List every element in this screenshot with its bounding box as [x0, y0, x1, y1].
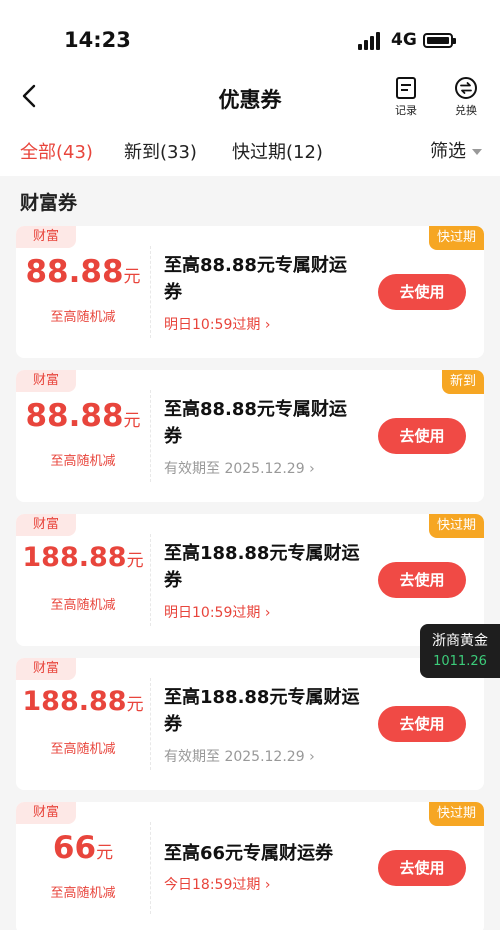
expiry-text: 有效期至 2025.12.29 — [164, 461, 305, 477]
expiry-link[interactable]: 有效期至 2025.12.29 › — [164, 458, 315, 478]
status-bar: 14:23 4G — [0, 0, 500, 78]
battery-icon — [423, 33, 456, 48]
record-icon — [396, 77, 416, 99]
expiry-link[interactable]: 今日18:59过期 › — [164, 874, 270, 894]
expiry-text: 有效期至 2025.12.29 — [164, 749, 305, 765]
amount-value: 188.88 — [22, 542, 127, 573]
coupon-amount: 88.88元 — [16, 254, 150, 290]
dashed-divider — [150, 534, 151, 626]
amount-caption: 至高随机减 — [50, 742, 116, 757]
amount-unit: 元 — [123, 411, 141, 431]
coupon-card: 财富 快过期 66元 至高随机减 至高66元专属财运券 今日18:59过期 › … — [16, 802, 484, 930]
coupon-amount: 188.88元 — [16, 542, 150, 573]
coupon-title: 至高188.88元专属财运券 — [164, 687, 360, 735]
coupon-card: 财富 188.88元 至高随机减 至高188.88元专属财运券 有效期至 202… — [16, 658, 484, 790]
status-time: 14:23 — [64, 28, 131, 52]
tab-new[interactable]: 新到(33) — [124, 138, 197, 164]
gold-price-widget[interactable]: 浙商黄金 1011.26 — [420, 624, 500, 678]
status-badge: 快过期 — [428, 226, 484, 250]
record-button[interactable]: 记录 — [384, 76, 428, 118]
exchange-label: 兑换 — [455, 104, 477, 117]
amount-value: 88.88 — [25, 254, 124, 290]
coupon-card: 财富 快过期 88.88元 至高随机减 至高88.88元专属财运券 明日10:5… — [16, 226, 484, 358]
expiry-text: 明日10:59过期 — [164, 605, 261, 621]
gold-price: 1011.26 — [433, 654, 487, 669]
coupon-title: 至高188.88元专属财运券 — [164, 543, 360, 591]
dashed-divider — [150, 678, 151, 770]
nav-bar: 优惠券 记录 兑换 — [0, 70, 500, 126]
exchange-button[interactable]: 兑换 — [444, 76, 488, 118]
coupon-title: 至高88.88元专属财运券 — [164, 399, 347, 447]
category-badge: 财富 — [16, 370, 76, 392]
dashed-divider — [150, 822, 151, 914]
tab-all[interactable]: 全部(43) — [20, 138, 93, 164]
coupon-amount: 88.88元 — [16, 398, 150, 434]
filter-label: 筛选 — [430, 141, 466, 162]
status-badge: 快过期 — [428, 802, 484, 826]
tab-expiring[interactable]: 快过期(12) — [232, 138, 323, 164]
tab-bar: 全部(43) 新到(33) 快过期(12) 筛选 — [0, 126, 500, 176]
amount-unit: 元 — [126, 695, 144, 715]
expiry-link[interactable]: 明日10:59过期 › — [164, 314, 270, 334]
amount-caption: 至高随机减 — [50, 310, 116, 325]
use-button[interactable]: 去使用 — [378, 850, 466, 886]
amount-value: 188.88 — [22, 686, 127, 717]
use-button[interactable]: 去使用 — [378, 562, 466, 598]
category-badge: 财富 — [16, 802, 76, 824]
use-button[interactable]: 去使用 — [378, 706, 466, 742]
amount-unit: 元 — [123, 267, 141, 287]
amount-caption: 至高随机减 — [50, 886, 116, 901]
coupon-card: 财富 快过期 188.88元 至高随机减 至高188.88元专属财运券 明日10… — [16, 514, 484, 646]
category-badge: 财富 — [16, 226, 76, 248]
gold-name: 浙商黄金 — [432, 633, 488, 649]
signal-icon — [358, 32, 384, 50]
dashed-divider — [150, 246, 151, 338]
amount-value: 88.88 — [25, 398, 124, 434]
status-badge: 快过期 — [428, 514, 484, 538]
filter-button[interactable]: 筛选 — [430, 137, 482, 163]
status-badge: 新到 — [441, 370, 484, 394]
use-button[interactable]: 去使用 — [378, 274, 466, 310]
amount-value: 66 — [52, 830, 97, 866]
amount-unit: 元 — [126, 551, 144, 571]
chevron-right-icon: › — [264, 605, 271, 621]
caret-down-icon — [472, 149, 482, 155]
dashed-divider — [150, 390, 151, 482]
expiry-link[interactable]: 有效期至 2025.12.29 › — [164, 746, 315, 766]
category-badge: 财富 — [16, 658, 76, 680]
chevron-right-icon: › — [264, 317, 271, 333]
amount-caption: 至高随机减 — [50, 454, 116, 469]
record-label: 记录 — [395, 104, 417, 117]
use-button[interactable]: 去使用 — [378, 418, 466, 454]
exchange-icon — [455, 77, 477, 99]
chevron-right-icon: › — [264, 877, 271, 893]
category-badge: 财富 — [16, 514, 76, 536]
chevron-right-icon: › — [309, 461, 315, 477]
expiry-text: 今日18:59过期 — [164, 877, 261, 893]
section-title: 财富券 — [20, 192, 78, 214]
coupon-amount: 66元 — [16, 830, 150, 866]
amount-unit: 元 — [96, 843, 114, 863]
chevron-right-icon: › — [309, 749, 315, 765]
coupon-card: 财富 新到 88.88元 至高随机减 至高88.88元专属财运券 有效期至 20… — [16, 370, 484, 502]
amount-caption: 至高随机减 — [50, 598, 116, 613]
coupon-title: 至高66元专属财运券 — [164, 843, 334, 864]
expiry-link[interactable]: 明日10:59过期 › — [164, 602, 270, 622]
coupon-amount: 188.88元 — [16, 686, 150, 717]
network-type: 4G — [391, 30, 417, 50]
coupon-title: 至高88.88元专属财运券 — [164, 255, 347, 303]
expiry-text: 明日10:59过期 — [164, 317, 261, 333]
